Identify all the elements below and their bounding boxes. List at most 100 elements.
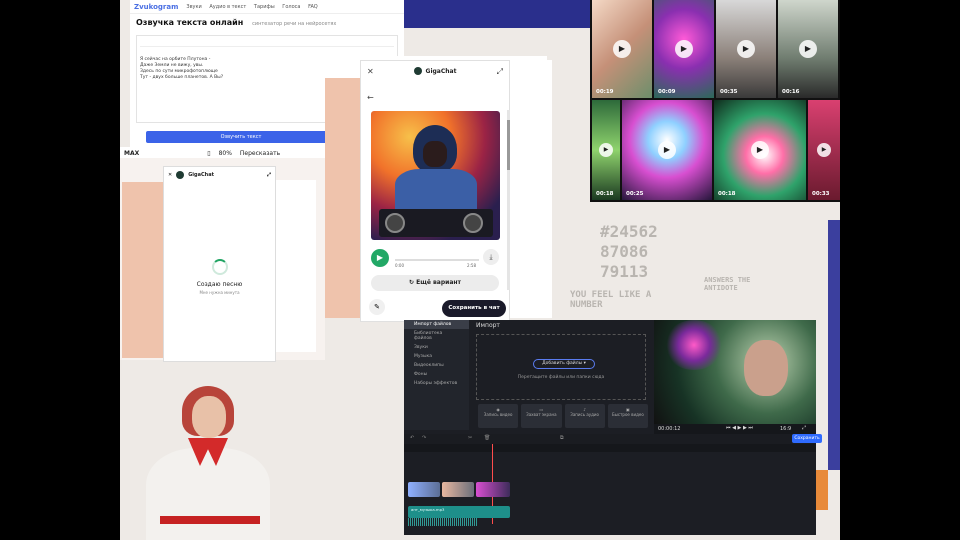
doodle-antidote: ANSWERS THE ANTIDOTE [704,276,751,292]
undo-icon[interactable]: ↶ [410,435,414,441]
nav-item[interactable]: FAQ [308,4,318,10]
editor-toolbar [140,39,394,47]
max-brand: MAX [124,149,140,157]
gigachat-avatar [413,67,422,75]
crop-icon[interactable]: ⧉ [560,435,564,441]
sidebar-item-music[interactable]: Музыка [404,352,469,361]
play-button[interactable]: ▶ [371,249,389,267]
zoom-level[interactable]: 80% [219,150,232,157]
creating-song-status: Создаю песню [196,281,243,288]
close-icon[interactable]: ✕ [367,67,374,76]
pencil-icon[interactable]: ✎ [369,299,385,315]
video-clip[interactable] [442,482,474,497]
another-variant-button[interactable]: ↻ Ещё вариант [371,275,499,291]
fullscreen-icon[interactable]: ⤢ [802,425,806,431]
redo-icon[interactable]: ↷ [422,435,426,441]
presenter-video [140,380,280,540]
screen-capture-button[interactable]: ▭ Захват экрана [521,404,562,428]
play-icon: ▶ [751,141,769,159]
sidebar-item-library[interactable]: Библиотека файлов [404,329,469,343]
zvukogram-logo[interactable]: Zvukogram [134,3,178,11]
save-to-chat-button[interactable]: Сохранить в чат [442,300,506,317]
sidebar-item-videoclips[interactable]: Видеоклипы [404,361,469,370]
sidebar-item-sounds[interactable]: Звуки [404,343,469,352]
editor-sidebar: Импорт файлов Библиотека файлов Звуки Му… [404,320,469,430]
page-title: Озвучка текста онлайн [136,18,244,27]
voice-text-label: Озвучить текст [220,134,262,140]
gigachat-center-header: GigaChat [361,61,509,81]
back-arrow-icon[interactable]: ← [367,93,374,102]
thumb-duration: 00:35 [720,89,738,95]
transport-bar: 00:00:12 ⏮ ◀ ▶ ▶ ⏭ 16:9 ⤢ [654,424,816,434]
video-thumbnail[interactable]: ▶ 00:18 [714,100,806,200]
close-icon[interactable]: ✕ [168,172,172,178]
import-title: Импорт [476,322,500,329]
add-files-label: Добавить файлы [542,361,583,366]
video-thumbnail[interactable]: ▶ 00:09 [654,0,714,98]
play-icon: ▶ [799,40,817,58]
play-icon: ▶ [599,143,613,157]
progress-bar[interactable] [395,259,479,261]
retell-button[interactable]: Пересказать [240,150,280,157]
download-icon[interactable]: ⤓ [483,249,499,265]
play-icon: ▶ [658,141,676,159]
page-subtitle: синтезатор речи на нейросетях [252,21,337,27]
timeline-toolbar: ↶ ↷ ✂ 🗑 ⧉ [404,434,816,444]
video-clip[interactable] [408,482,440,497]
timeline-ruler[interactable] [404,444,816,452]
creating-song-sub: Мне нужна минута [199,290,240,295]
drop-hint: Перетащите файлы или папки сюда [517,375,605,380]
nav-item[interactable]: Голоса [282,4,300,10]
timecode: 00:00:12 [658,426,681,432]
time-total: 2:58 [467,263,476,268]
audio-clip[interactable]: ант_музыка.mp3 [408,506,510,518]
zvukogram-nav: Звуки Аудио в текст Тарифы Голоса FAQ [186,4,323,10]
video-thumbnail-grid: ▶ 00:19 ▶ 00:09 ▶ 00:35 ▶ 00:16 ▶ 00:18 ▶ 00:2… [590,0,840,202]
export-button[interactable]: Сохранить [792,434,822,443]
drop-zone[interactable]: Добавить файлы ▾ Перетащите файлы или па… [476,334,646,400]
aspect-ratio[interactable]: 16:9 [780,426,791,432]
thumb-duration: 00:18 [718,191,736,197]
video-thumbnail[interactable]: ▶ 00:16 [778,0,838,98]
sidebar-item-effects[interactable]: Наборы эффектов [404,379,469,388]
video-thumbnail[interactable]: ▶ 00:25 [622,100,712,200]
gigachat-avatar [176,171,185,179]
gigachat-center-panel: ✕ GigaChat ⤢ ← ▶ 0:00 2:58 ⤓ ↻ Ещё вариа… [360,60,510,322]
delete-icon[interactable]: 🗑 [484,435,490,441]
action-label: Запись видео [483,412,513,417]
video-thumbnail[interactable]: ▶ 00:33 [808,100,840,200]
play-icon: ▶ [817,143,831,157]
nav-item[interactable]: Звуки [186,4,201,10]
video-frame: #24562 87086 79113 YOU FEEL LIKE A NUMBE… [120,0,840,540]
sidebar-item-backgrounds[interactable]: Фоны [404,370,469,379]
video-thumbnail[interactable]: ▶ 00:18 [592,100,620,200]
record-audio-button[interactable]: ♪ Запись аудио [564,404,605,428]
another-variant-label: Ещё вариант [416,279,462,286]
center-chat-side [510,60,552,318]
quick-video-button[interactable]: ▣ Быстрое видео [607,404,648,428]
scrollbar-thumb[interactable] [507,120,510,170]
expand-icon[interactable]: ⤢ [497,67,503,77]
thumb-duration: 00:33 [812,191,830,197]
playback-controls[interactable]: ⏮ ◀ ▶ ▶ ⏭ [726,425,753,431]
expand-icon[interactable]: ⤢ [267,172,271,178]
doodle-number-text: YOU FEEL LIKE A NUMBER [570,290,652,310]
cut-icon[interactable]: ✂ [468,435,472,441]
record-video-button[interactable]: ◉ Запись видео [478,404,519,428]
video-thumbnail[interactable]: ▶ 00:19 [592,0,652,98]
screen: #24562 87086 79113 YOU FEEL LIKE A NUMBE… [0,0,960,540]
video-thumbnail[interactable]: ▶ 00:35 [716,0,776,98]
voice-text-button[interactable]: Озвучить текст [146,131,336,143]
bookmark-icon[interactable]: ▯ [207,150,210,157]
album-cover-image [371,111,500,240]
thumb-duration: 00:16 [782,89,800,95]
sidebar-item-import[interactable]: Импорт файлов [404,320,469,329]
video-clip[interactable] [476,482,510,497]
pink-strip [122,182,164,358]
nav-item[interactable]: Тарифы [254,4,275,10]
action-label: Запись аудио [570,412,599,417]
add-files-button[interactable]: Добавить файлы ▾ [533,359,595,369]
doodle-numbers: #24562 87086 79113 [600,222,658,281]
thumb-duration: 00:19 [596,89,614,95]
nav-item[interactable]: Аудио в текст [209,4,246,10]
